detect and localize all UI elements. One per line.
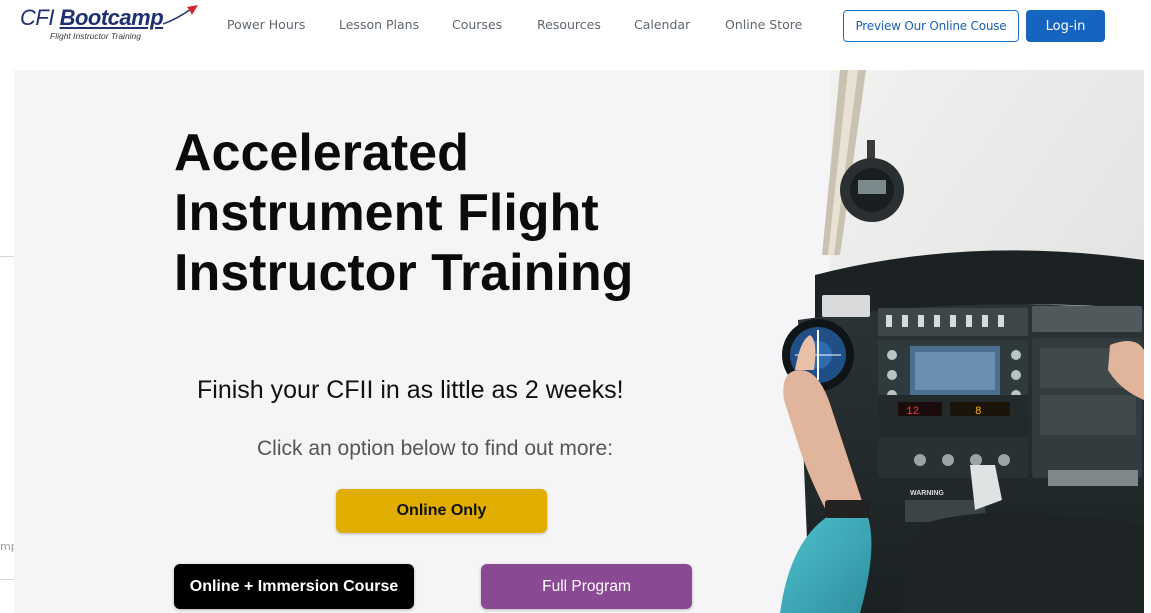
logo-bootcamp-text: Bootcamp [59,5,164,30]
nav-courses[interactable]: Courses [452,17,502,32]
left-edge-divider [0,579,14,580]
nav-online-store[interactable]: Online Store [725,17,802,32]
hero-prompt: Click an option below to find out more: [257,437,614,460]
full-program-button[interactable]: Full Program [481,564,692,609]
nav-resources[interactable]: Resources [537,17,601,32]
logo-plane-icon [162,5,198,25]
online-only-button[interactable]: Online Only [336,489,547,533]
nav-lesson-plans[interactable]: Lesson Plans [339,17,419,32]
panel-warning-label: WARNING [910,490,944,497]
left-edge-text-fragment: mp [0,540,14,553]
cockpit-photo: 12 8 WARNING [770,70,1144,613]
hero-title-line: Accelerated [174,124,469,182]
login-button[interactable]: Log-in [1026,10,1105,42]
preview-online-course-button[interactable]: Preview Our Online Couse [843,10,1019,42]
hero-subtitle: Finish your CFII in as little as 2 weeks… [197,376,624,404]
site-logo[interactable]: CFI Bootcamp Flight Instructor Training [20,5,198,45]
radio-readout-right: 8 [975,406,982,418]
logo-cfi-text: CFI [20,5,54,30]
online-immersion-course-button[interactable]: Online + Immersion Course [174,564,414,609]
left-edge-divider [0,256,14,257]
hero-title: Accelerated Instrument Flight Instructor… [174,123,774,303]
site-header: CFI Bootcamp Flight Instructor Training … [0,0,1151,50]
hero-title-line: Instrument Flight [174,184,599,242]
radio-readout-left: 12 [906,406,919,418]
hero-title-line: Instructor Training [174,244,634,302]
logo-wordmark: CFI Bootcamp [20,5,164,31]
nav-power-hours[interactable]: Power Hours [227,17,305,32]
hero-section: Accelerated Instrument Flight Instructor… [14,70,1144,613]
nav-calendar[interactable]: Calendar [634,17,690,32]
logo-tagline: Flight Instructor Training [50,31,142,41]
